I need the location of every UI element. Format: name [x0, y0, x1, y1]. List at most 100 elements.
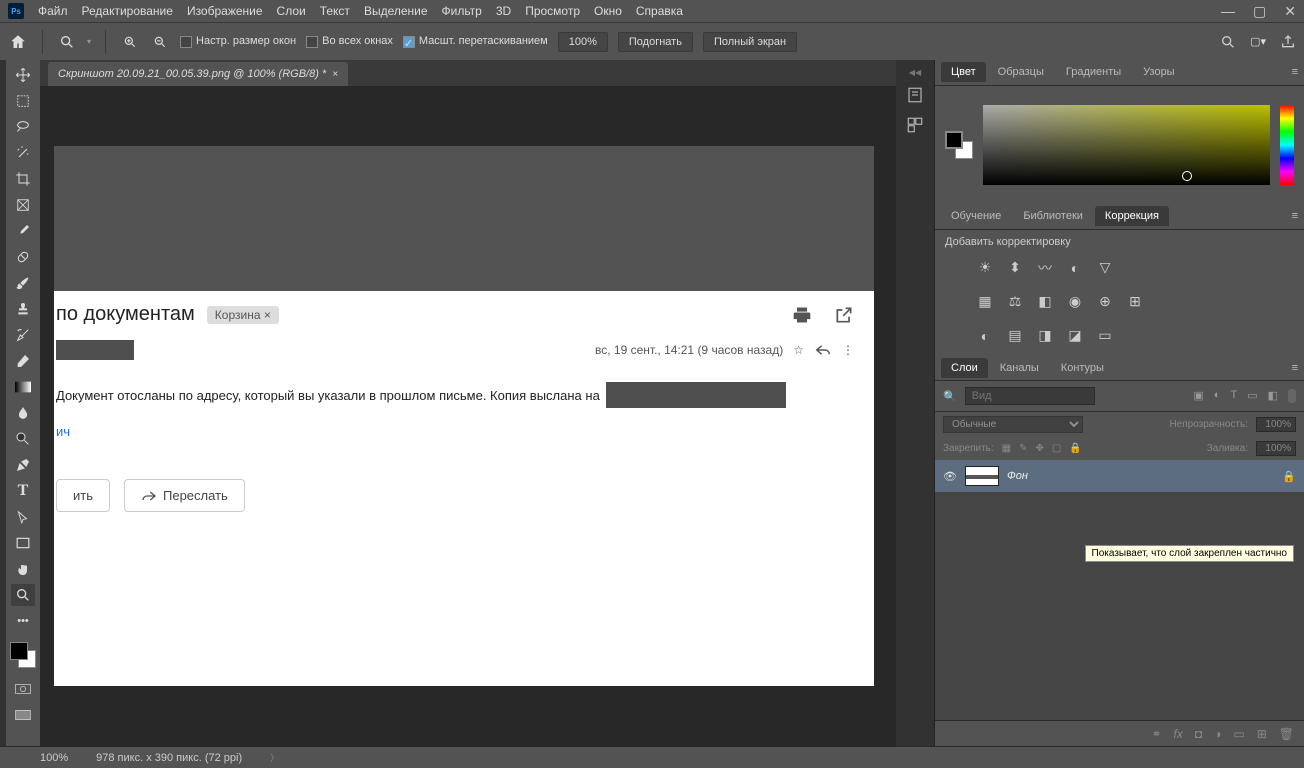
rectangle-tool[interactable]	[11, 532, 35, 554]
lock-position-icon[interactable]: ✥	[1036, 443, 1044, 454]
brush-tool[interactable]	[11, 272, 35, 294]
window-minimize-icon[interactable]: —	[1221, 3, 1235, 20]
posterize-icon[interactable]: ▤	[1005, 326, 1025, 346]
menu-view[interactable]: Просмотр	[525, 4, 580, 18]
menu-select[interactable]: Выделение	[364, 4, 428, 18]
lock-artboard-icon[interactable]: ▢	[1052, 443, 1061, 454]
tab-libraries[interactable]: Библиотеки	[1013, 206, 1093, 226]
filter-shape-icon[interactable]: ▭	[1247, 389, 1257, 403]
visibility-icon[interactable]: 👁	[943, 470, 957, 483]
status-dims[interactable]: 978 пикс. x 390 пикс. (72 ppi)	[96, 752, 242, 764]
menu-layer[interactable]: Слои	[277, 4, 306, 18]
delete-layer-icon[interactable]: 🗑	[1279, 727, 1294, 741]
brightness-icon[interactable]: ☀	[975, 258, 995, 278]
screenmode-icon[interactable]	[11, 704, 35, 726]
color-swatch[interactable]	[945, 131, 973, 159]
eyedropper-tool[interactable]	[11, 220, 35, 242]
zoom-tool[interactable]	[11, 584, 35, 606]
layer-mask-icon[interactable]: ◘	[1195, 727, 1202, 741]
history-panel-icon[interactable]	[903, 83, 927, 107]
opt-scrubby-zoom[interactable]: ✓Масшт. перетаскиванием	[403, 35, 548, 47]
search-icon[interactable]	[1220, 34, 1236, 50]
menu-type[interactable]: Текст	[320, 4, 350, 18]
window-maximize-icon[interactable]: ▢	[1253, 3, 1266, 20]
wand-tool[interactable]	[11, 142, 35, 164]
type-tool[interactable]: T	[11, 480, 35, 502]
document-tab[interactable]: Скриншот 20.09.21_00.05.39.png @ 100% (R…	[48, 62, 348, 86]
menu-window[interactable]: Окно	[594, 4, 622, 18]
channel-mixer-icon[interactable]: ⊕	[1095, 292, 1115, 312]
menu-filter[interactable]: Фильтр	[442, 4, 482, 18]
exposure-icon[interactable]: ◐	[1065, 258, 1085, 278]
share-menu-icon[interactable]: ▢▾	[1250, 35, 1266, 48]
layer-lock-icon[interactable]: 🔒	[1282, 470, 1296, 483]
new-layer-icon[interactable]: ⊞	[1257, 727, 1267, 741]
crop-tool[interactable]	[11, 168, 35, 190]
photo-filter-icon[interactable]: ◉	[1065, 292, 1085, 312]
panel-menu-icon[interactable]: ≡	[1292, 66, 1298, 78]
menu-edit[interactable]: Редактирование	[82, 4, 173, 18]
panel-menu-icon[interactable]: ≡	[1292, 362, 1298, 374]
filter-smart-icon[interactable]: ◧	[1268, 389, 1278, 403]
blend-mode-select[interactable]: Обычные	[943, 416, 1083, 433]
hue-sat-icon[interactable]: ▦	[975, 292, 995, 312]
tab-learn[interactable]: Обучение	[941, 206, 1011, 226]
close-tab-icon[interactable]: ×	[332, 69, 338, 80]
tab-channels[interactable]: Каналы	[990, 358, 1049, 378]
stamp-tool[interactable]	[11, 298, 35, 320]
group-icon[interactable]: ▭	[1233, 727, 1244, 741]
fullscreen-button[interactable]: Полный экран	[703, 32, 797, 52]
frame-tool[interactable]	[11, 194, 35, 216]
tab-color[interactable]: Цвет	[941, 62, 986, 82]
pen-tool[interactable]	[11, 454, 35, 476]
export-icon[interactable]	[1280, 34, 1296, 50]
filter-toggle[interactable]	[1288, 389, 1296, 403]
quickmask-icon[interactable]	[11, 678, 35, 700]
canvas[interactable]: по документам Корзина × вс, 19 сент., 14…	[54, 146, 874, 686]
selective-color-icon[interactable]: ◪	[1065, 326, 1085, 346]
hue-slider[interactable]	[1280, 105, 1294, 185]
tab-paths[interactable]: Контуры	[1051, 358, 1114, 378]
panel-menu-icon[interactable]: ≡	[1292, 210, 1298, 222]
fit-screen-button[interactable]: Подогнать	[618, 32, 693, 52]
zoom-out-icon[interactable]	[150, 32, 170, 52]
opt-all-windows[interactable]: Во всех окнах	[306, 35, 393, 47]
adjustment-layer-icon[interactable]: ◑	[1214, 727, 1221, 741]
path-select-tool[interactable]	[11, 506, 35, 528]
zoom-tool-icon[interactable]	[57, 32, 77, 52]
layer-fx-icon[interactable]: fx	[1174, 727, 1183, 741]
fill-value[interactable]: 100%	[1256, 441, 1296, 456]
eraser-tool[interactable]	[11, 350, 35, 372]
tab-swatches[interactable]: Образцы	[988, 62, 1054, 82]
zoom-100-button[interactable]: 100%	[558, 32, 608, 52]
zoom-in-icon[interactable]	[120, 32, 140, 52]
levels-icon[interactable]: ⬍	[1005, 258, 1025, 278]
threshold-icon[interactable]: ◨	[1035, 326, 1055, 346]
more-tools[interactable]: •••	[11, 610, 35, 632]
opt-resize-windows[interactable]: Настр. размер окон	[180, 35, 296, 47]
link-layers-icon[interactable]: ⚭	[1151, 727, 1161, 741]
layer-item[interactable]: 👁 Фон 🔒	[935, 460, 1304, 492]
dodge-tool[interactable]	[11, 428, 35, 450]
menu-help[interactable]: Справка	[636, 4, 683, 18]
gradient-tool[interactable]	[11, 376, 35, 398]
layer-thumbnail[interactable]	[965, 466, 999, 486]
marquee-tool[interactable]	[11, 90, 35, 112]
lock-paint-icon[interactable]: ✎	[1019, 443, 1027, 454]
lock-pixels-icon[interactable]: ▦	[1002, 443, 1011, 454]
properties-panel-icon[interactable]	[903, 113, 927, 137]
healing-tool[interactable]	[11, 246, 35, 268]
fg-bg-color[interactable]	[10, 642, 36, 668]
invert-icon[interactable]: ◐	[975, 326, 995, 346]
lock-all-icon[interactable]: 🔒	[1069, 443, 1081, 454]
vibrance-icon[interactable]: ▽	[1095, 258, 1115, 278]
menu-file[interactable]: Файл	[38, 4, 68, 18]
history-brush-tool[interactable]	[11, 324, 35, 346]
layer-filter-input[interactable]	[965, 387, 1095, 405]
menu-image[interactable]: Изображение	[187, 4, 263, 18]
hand-tool[interactable]	[11, 558, 35, 580]
blur-tool[interactable]	[11, 402, 35, 424]
filter-type-icon[interactable]: T	[1230, 389, 1237, 403]
tab-gradients[interactable]: Градиенты	[1056, 62, 1131, 82]
tab-adjustments[interactable]: Коррекция	[1095, 206, 1169, 226]
